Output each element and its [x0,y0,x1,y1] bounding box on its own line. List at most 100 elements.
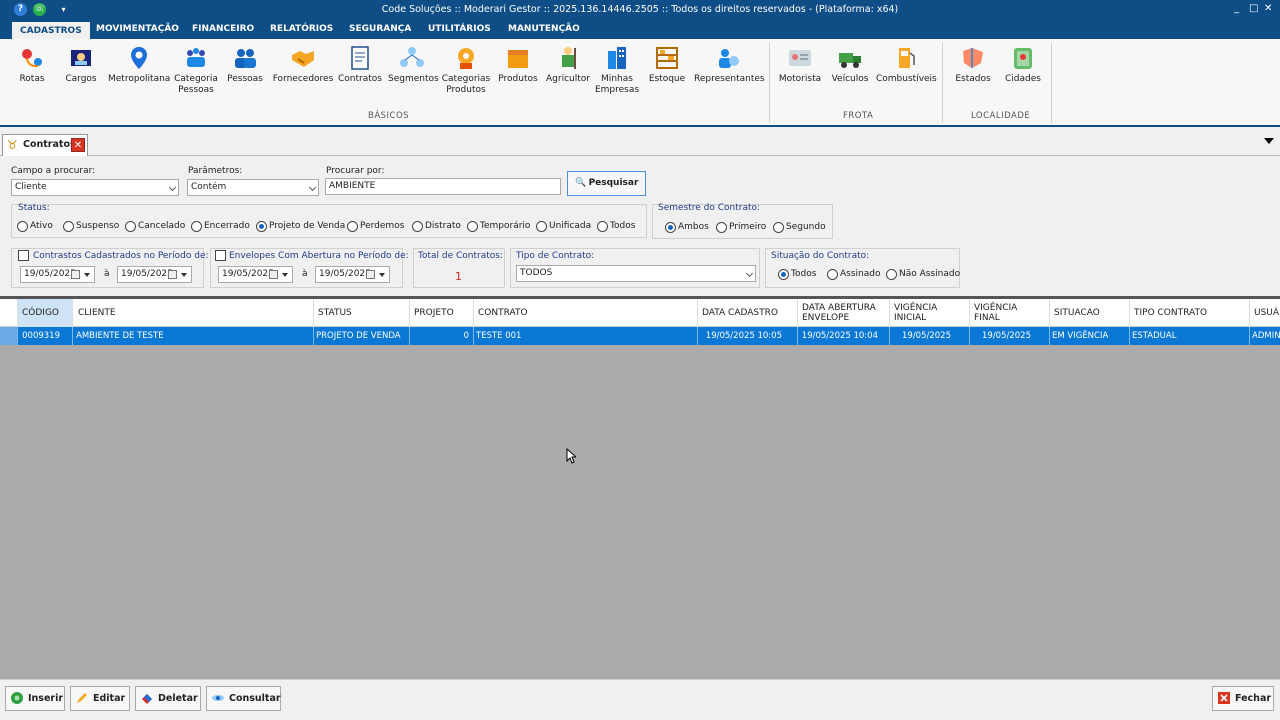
semestre-primeiro-radio[interactable]: Primeiro [716,222,766,233]
ribbon-estados[interactable]: Estados [952,45,994,85]
contracts-grid[interactable]: CÓDIGO CLIENTE STATUS PROJETO CONTRATO D… [0,296,1280,679]
pencil-icon [77,693,87,703]
add-icon [11,692,23,704]
date-to-cadastro[interactable]: 19/05/2025 [117,266,192,283]
menu-financeiro[interactable]: FINANCEIRO [184,20,262,39]
date-from-envelope[interactable]: 19/05/2025 [218,266,293,283]
menu-movimentacao[interactable]: MOVIMENTAÇÃO [88,20,187,39]
deletar-button[interactable]: Deletar [135,686,201,711]
ribbon-combustiveis[interactable]: Combustíveis [876,45,937,85]
collapse-ribbon-icon[interactable] [1264,138,1274,144]
consultar-button[interactable]: Consultar [206,686,281,711]
col-vigencia-final[interactable]: VIGÊNCIA FINAL [970,299,1050,327]
col-status[interactable]: STATUS [314,299,410,327]
editar-button[interactable]: Editar [70,686,130,711]
truck-icon [837,45,863,71]
ribbon-minhas-empresas[interactable]: Minhas Empresas [594,45,640,96]
status-perdemos-radio[interactable]: Perdemos [347,221,404,232]
semestre-ambos-radio[interactable]: Ambos [665,222,709,233]
col-codigo[interactable]: CÓDIGO [18,299,73,327]
date-to-envelope[interactable]: 19/05/2025 [315,266,390,283]
calendar-icon [71,270,80,279]
campo-select[interactable]: Cliente [11,179,179,196]
ribbon-metropolitana[interactable]: Metropolitana [108,45,170,85]
status-projeto-de-venda-radio[interactable]: Projeto de Venda [256,221,345,232]
maximize-button[interactable]: □ [1249,3,1258,14]
status-unificada-radio[interactable]: Unificada [536,221,591,232]
col-usuario[interactable]: USUÁ [1250,299,1280,327]
total-label: Total de Contratos: [418,251,503,261]
calendar-icon [366,270,375,279]
tab-contratos[interactable]: ♉ Contratos ✕ [2,134,88,156]
pesquisar-button[interactable]: 🔍 Pesquisar [567,171,646,196]
date-from-cadastro[interactable]: 19/05/2025 [20,266,95,283]
menu-utilitarios[interactable]: UTILITÁRIOS [420,20,499,39]
menu-cadastros[interactable]: CADASTROS [12,20,90,39]
table-row[interactable]: 0009319 AMBIENTE DE TESTE PROJETO DE VEN… [0,327,1280,345]
ribbon-contratos[interactable]: Contratos [338,45,382,85]
situacao-todos-radio[interactable]: Todos [778,269,816,280]
status-label: Status: [18,203,50,213]
cell-tipo-contrato: ESTADUAL [1130,327,1250,345]
col-tipo-contrato[interactable]: TIPO CONTRATO [1130,299,1250,327]
semestre-segundo-radio[interactable]: Segundo [773,222,826,233]
ribbon-estoque[interactable]: Estoque [648,45,686,85]
ribbon-pessoas[interactable]: Pessoas [226,45,264,85]
ribbon-motorista[interactable]: Motorista [778,45,822,85]
ribbon-produtos[interactable]: Produtos [496,45,540,85]
col-data-abertura-envelope[interactable]: DATA ABERTURA ENVELOPE [798,299,890,327]
periodo-envelope-checkbox[interactable] [215,250,226,261]
situacao-assinado-radio[interactable]: Assinado [827,269,880,280]
dropdown-icon [84,273,90,277]
close-tab-icon[interactable]: ✕ [71,138,85,152]
minimize-button[interactable]: _ [1234,3,1239,14]
status-temporario-radio[interactable]: Temporário [467,221,530,232]
menu-relatorios[interactable]: RELATÓRIOS [262,20,341,39]
tipo-select[interactable]: TODOS [516,265,756,282]
fechar-button[interactable]: Fechar [1212,686,1274,711]
ribbon-rotas[interactable]: Rotas [14,45,50,85]
col-cliente[interactable]: CLIENTE [74,299,314,327]
status-ativo-radio[interactable]: Ativo [17,221,53,232]
chevron-down-icon [308,183,317,192]
menu-seguranca[interactable]: SEGURANÇA [341,20,419,39]
status-encerrado-radio[interactable]: Encerrado [191,221,250,232]
ribbon-segmentos[interactable]: Segmentos [388,45,439,85]
col-projeto[interactable]: PROJETO [410,299,474,327]
inserir-button[interactable]: Inserir [5,686,65,711]
ribbon-categoria-pessoas[interactable]: Categoria Pessoas [174,45,218,96]
parametros-select[interactable]: Contém [187,179,319,196]
network-icon [399,45,425,71]
range-separator: à [104,269,110,279]
status-distrato-radio[interactable]: Distrato [412,221,461,232]
cell-data-abertura: 19/05/2025 10:04 [798,327,890,345]
close-icon [1218,692,1230,704]
range-separator: à [302,269,308,279]
ribbon-fornecedores[interactable]: Fornecedores [272,45,334,85]
building-icon [604,45,630,71]
filter-panel: Campo a procurar: Cliente Parâmetros: Co… [0,157,1280,295]
ribbon-veiculos[interactable]: Veículos [828,45,872,85]
col-data-cadastro[interactable]: DATA CADASTRO [698,299,798,327]
periodo-cadastro-checkbox[interactable] [18,250,29,261]
ribbon-categorias-produtos[interactable]: Categorias Produtos [440,45,492,96]
eye-icon [212,695,224,701]
col-contrato[interactable]: CONTRATO [474,299,698,327]
status-cancelado-radio[interactable]: Cancelado [125,221,185,232]
menu-manutencao[interactable]: MANUTENÇÃO [500,20,588,39]
status-todos-radio[interactable]: Todos [597,221,635,232]
col-vigencia-inicial[interactable]: VIGÊNCIA INICIAL [890,299,970,327]
driver-card-icon [787,45,813,71]
close-window-button[interactable]: ✕ [1264,3,1272,14]
group-label-frota: FROTA [843,111,874,121]
route-icon [19,45,45,71]
search-input[interactable]: AMBIENTE [325,178,561,195]
situacao-nao-assinado-radio[interactable]: Não Assinado [886,269,960,280]
status-suspenso-radio[interactable]: Suspenso [63,221,119,232]
ribbon-cargos[interactable]: Cargos [62,45,100,85]
ribbon-agricultor[interactable]: Agricultor [544,45,592,85]
ribbon: Rotas Cargos Metropolitana Categoria Pes… [0,39,1280,127]
col-situacao[interactable]: SITUACAO [1050,299,1130,327]
ribbon-representantes[interactable]: Representantes [694,45,765,85]
ribbon-cidades[interactable]: Cidades [1002,45,1044,85]
